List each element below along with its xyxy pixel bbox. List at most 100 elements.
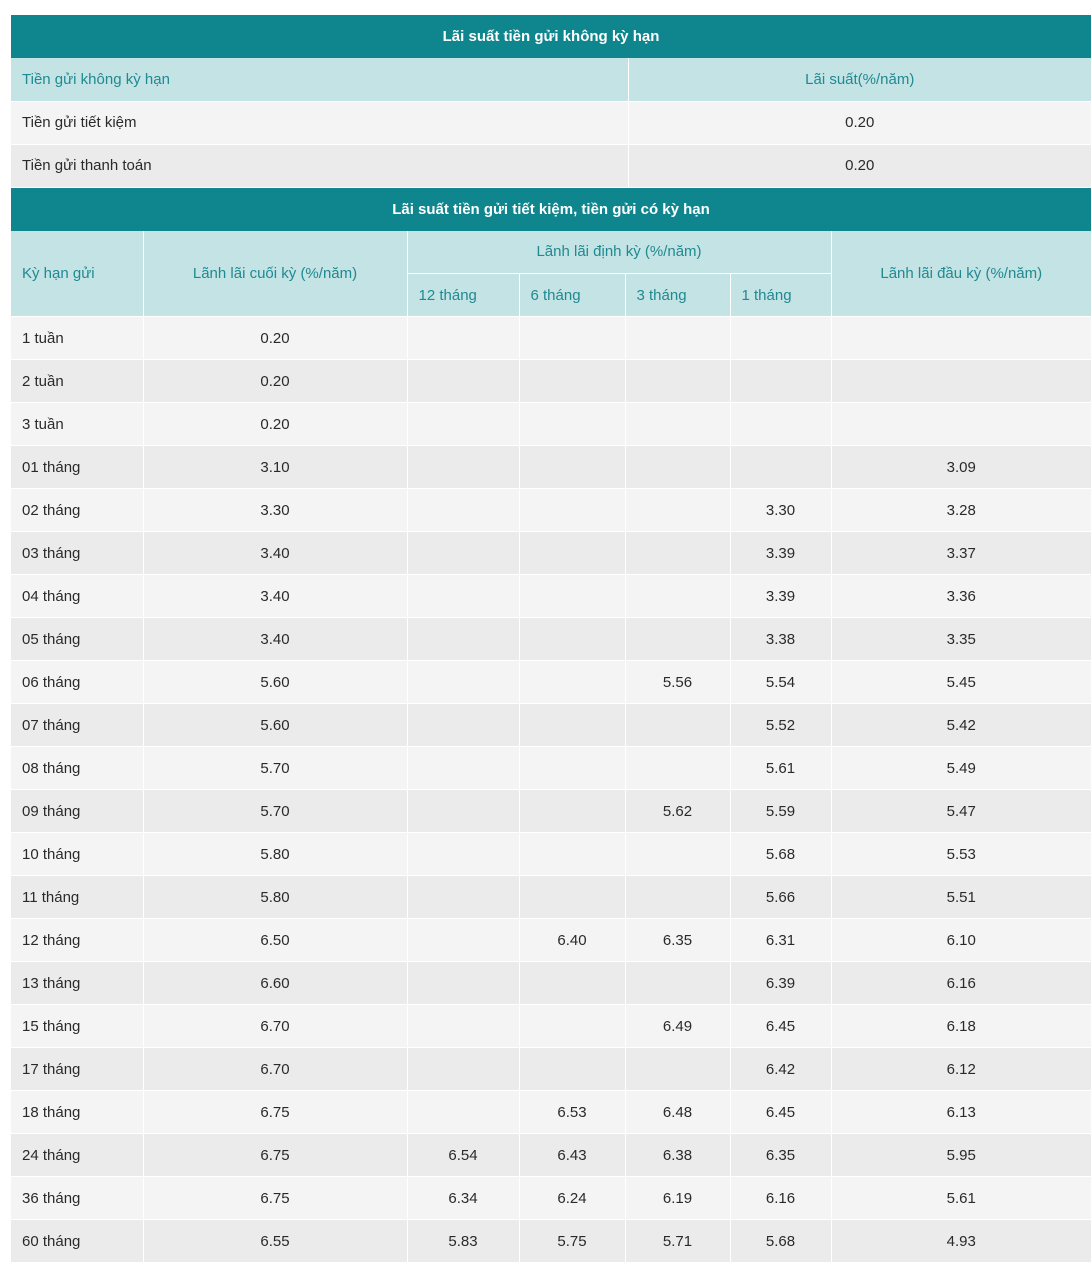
demand-row-rate: 0.20 — [627, 101, 1092, 145]
periodic-1-cell: 6.39 — [729, 961, 831, 1005]
table-row: 05 tháng 3.40 3.38 3.35 — [11, 617, 1091, 661]
periodic-12-cell — [406, 746, 519, 790]
periodic-3-cell — [624, 316, 730, 360]
term-cell: 06 tháng — [11, 660, 143, 704]
end-rate-cell: 5.80 — [142, 832, 407, 876]
end-rate-cell: 5.70 — [142, 789, 407, 833]
periodic-3-cell — [624, 746, 730, 790]
start-rate-cell: 5.42 — [830, 703, 1091, 747]
periodic-1-cell: 5.68 — [729, 832, 831, 876]
term-cell: 07 tháng — [11, 703, 143, 747]
term-cell: 11 tháng — [11, 875, 143, 919]
periodic-1-cell: 5.52 — [729, 703, 831, 747]
periodic-1-cell: 6.45 — [729, 1004, 831, 1048]
table-row: 3 tuần 0.20 — [11, 402, 1091, 446]
periodic-1-cell — [729, 445, 831, 489]
end-rate-cell: 6.55 — [142, 1219, 407, 1263]
periodic-3-cell — [624, 832, 730, 876]
start-rate-cell — [830, 402, 1091, 446]
start-rate-cell: 5.61 — [830, 1176, 1091, 1220]
term-header-row: Kỳ hạn gửi Lãnh lãi cuối kỳ (%/năm) Lãnh… — [11, 230, 1091, 317]
table-row: 07 tháng 5.60 5.52 5.42 — [11, 703, 1091, 747]
table-row: 09 tháng 5.70 5.62 5.59 5.47 — [11, 789, 1091, 833]
start-rate-cell — [830, 316, 1091, 360]
end-rate-cell: 5.80 — [142, 875, 407, 919]
end-rate-cell: 5.70 — [142, 746, 407, 790]
end-rate-cell: 6.75 — [142, 1090, 407, 1134]
table-row: 08 tháng 5.70 5.61 5.49 — [11, 746, 1091, 790]
start-rate-cell: 6.16 — [830, 961, 1091, 1005]
start-rate-cell: 6.13 — [830, 1090, 1091, 1134]
demand-row-label: Tiền gửi tiết kiệm — [11, 101, 628, 145]
demand-header-row: Tiền gửi không kỳ hạn Lãi suất(%/năm) — [11, 58, 1092, 102]
table-row: 24 tháng 6.75 6.54 6.43 6.38 6.35 5.95 — [11, 1133, 1091, 1177]
term-title-row: Lãi suất tiền gửi tiết kiệm, tiền gửi có… — [11, 187, 1091, 231]
periodic-6-cell: 6.24 — [518, 1176, 625, 1220]
periodic-12-cell — [406, 1047, 519, 1091]
periodic-12-cell: 6.54 — [406, 1133, 519, 1177]
periodic-12-cell — [406, 402, 519, 446]
periodic-3-cell: 5.56 — [624, 660, 730, 704]
rates-container: Lãi suất tiền gửi không kỳ hạn Tiền gửi … — [11, 15, 1092, 1263]
periodic-3-cell — [624, 961, 730, 1005]
end-rate-cell: 6.75 — [142, 1133, 407, 1177]
table-row: 01 tháng 3.10 3.09 — [11, 445, 1091, 489]
header-periodic-3: 3 tháng — [624, 273, 730, 317]
term-cell: 08 tháng — [11, 746, 143, 790]
end-rate-cell: 5.60 — [142, 660, 407, 704]
end-rate-cell: 6.70 — [142, 1047, 407, 1091]
start-rate-cell: 3.28 — [830, 488, 1091, 532]
table-row: 1 tuần 0.20 — [11, 316, 1091, 360]
periodic-3-cell — [624, 531, 730, 575]
end-rate-cell: 3.40 — [142, 574, 407, 618]
periodic-12-cell — [406, 1004, 519, 1048]
table-row: 10 tháng 5.80 5.68 5.53 — [11, 832, 1091, 876]
periodic-3-cell: 5.71 — [624, 1219, 730, 1263]
header-periodic-6: 6 tháng — [518, 273, 625, 317]
start-rate-cell: 5.53 — [830, 832, 1091, 876]
periodic-12-cell — [406, 832, 519, 876]
periodic-12-cell — [406, 617, 519, 661]
demand-row-label: Tiền gửi thanh toán — [11, 144, 628, 188]
end-rate-cell: 3.10 — [142, 445, 407, 489]
periodic-6-cell — [518, 703, 625, 747]
start-rate-cell: 5.49 — [830, 746, 1091, 790]
periodic-6-cell — [518, 316, 625, 360]
periodic-6-cell — [518, 875, 625, 919]
periodic-6-cell — [518, 746, 625, 790]
periodic-12-cell — [406, 918, 519, 962]
periodic-12-cell — [406, 703, 519, 747]
start-rate-cell: 5.45 — [830, 660, 1091, 704]
start-rate-cell: 3.37 — [830, 531, 1091, 575]
table-row: 18 tháng 6.75 6.53 6.48 6.45 6.13 — [11, 1090, 1091, 1134]
term-cell: 05 tháng — [11, 617, 143, 661]
periodic-1-cell: 3.39 — [729, 574, 831, 618]
demand-table-title: Lãi suất tiền gửi không kỳ hạn — [11, 15, 1092, 58]
table-row: 02 tháng 3.30 3.30 3.28 — [11, 488, 1091, 532]
periodic-3-cell — [624, 488, 730, 532]
periodic-6-cell — [518, 359, 625, 403]
start-rate-cell: 3.36 — [830, 574, 1091, 618]
periodic-3-cell: 6.35 — [624, 918, 730, 962]
periodic-6-cell — [518, 488, 625, 532]
term-cell: 1 tuần — [11, 316, 143, 360]
term-cell: 15 tháng — [11, 1004, 143, 1048]
start-rate-cell: 6.18 — [830, 1004, 1091, 1048]
periodic-12-cell — [406, 445, 519, 489]
periodic-6-cell — [518, 660, 625, 704]
term-deposit-table: Lãi suất tiền gửi tiết kiệm, tiền gửi có… — [11, 187, 1091, 1263]
table-row: 15 tháng 6.70 6.49 6.45 6.18 — [11, 1004, 1091, 1048]
term-cell: 01 tháng — [11, 445, 143, 489]
periodic-6-cell: 6.43 — [518, 1133, 625, 1177]
table-row: Tiền gửi tiết kiệm 0.20 — [11, 101, 1092, 145]
end-rate-cell: 3.40 — [142, 617, 407, 661]
term-cell: 09 tháng — [11, 789, 143, 833]
table-row: 13 tháng 6.60 6.39 6.16 — [11, 961, 1091, 1005]
periodic-12-cell — [406, 789, 519, 833]
header-periodic-12: 12 tháng — [406, 273, 519, 317]
table-row: 11 tháng 5.80 5.66 5.51 — [11, 875, 1091, 919]
periodic-6-cell: 6.53 — [518, 1090, 625, 1134]
start-rate-cell: 3.09 — [830, 445, 1091, 489]
table-row: 04 tháng 3.40 3.39 3.36 — [11, 574, 1091, 618]
start-rate-cell: 5.95 — [830, 1133, 1091, 1177]
